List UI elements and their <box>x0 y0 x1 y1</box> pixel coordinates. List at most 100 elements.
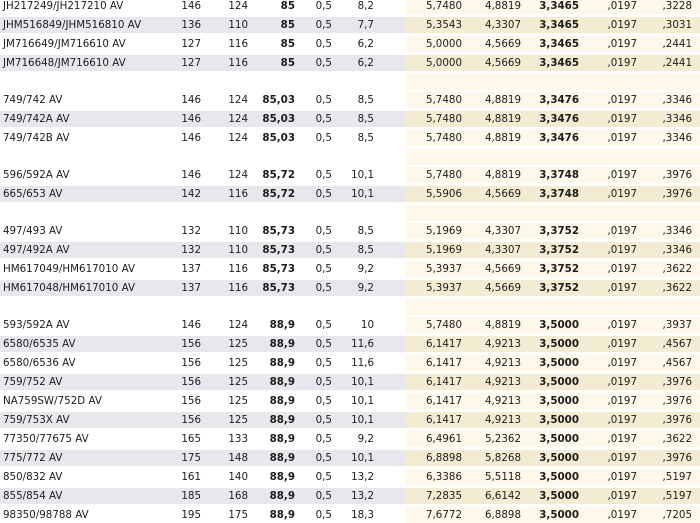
bore-mm-cell: 156 <box>181 338 201 351</box>
chamfer-mm-cell: 0,5 <box>315 470 332 483</box>
designation-cell: 759/752 AV <box>3 376 63 388</box>
inch-outer-dia-cell: 5,7480 <box>425 169 462 182</box>
table-row: 593/592A AV 146 124 88,9 0,5 10 5,7480 4,8819 3,… <box>0 317 700 334</box>
inch-bore-cell: 4,9213 <box>484 357 521 370</box>
inch-mass-cell: ,5197 <box>662 470 692 483</box>
table-row: 749/742 AV 146 124 85,03 0,5 8,5 5,7480 4,8819 3… <box>0 92 700 108</box>
chamfer-mm-cell: 0,5 <box>315 338 332 351</box>
inch-chamfer-cell: ,0197 <box>607 169 637 182</box>
inch-width-cell: 3,3476 <box>539 94 579 106</box>
outer-dia-mm-cell: 125 <box>228 394 248 407</box>
mass-cell: 9,2 <box>357 282 374 294</box>
outer-dia-mm-cell: 110 <box>228 225 248 238</box>
inch-width-cell: 3,5000 <box>539 451 579 464</box>
inch-outer-dia-cell: 5,7480 <box>425 131 462 144</box>
chamfer-mm-cell: 0,5 <box>315 357 332 370</box>
bore-mm-cell: 161 <box>181 470 201 483</box>
chamfer-mm-cell: 0,5 <box>315 282 332 294</box>
table-row: HM617048/HM617010 AV 137 116 85,73 0,5 9,2 5,3… <box>0 280 700 296</box>
bore-mm-cell: 195 <box>181 508 201 521</box>
bore-mm-cell: 165 <box>181 432 201 445</box>
inch-width-cell: 3,5000 <box>539 319 579 332</box>
inch-width-cell: 3,5000 <box>539 338 579 351</box>
designation-cell: NA759SW/752D AV <box>3 394 102 407</box>
inch-bore-cell: 4,8819 <box>484 169 521 182</box>
width-mm-cell: 85 <box>280 0 295 12</box>
inch-chamfer-cell: ,0197 <box>607 338 637 351</box>
table-row: JM716648/JM716610 AV 127 116 85 0,5 6,2 5,0000… <box>0 54 700 71</box>
width-mm-cell: 85,03 <box>262 94 295 106</box>
designation-cell: 749/742 AV <box>3 94 63 106</box>
chamfer-mm-cell: 0,5 <box>315 169 332 182</box>
inch-outer-dia-cell: 7,6772 <box>425 508 462 521</box>
inch-bore-cell: 4,8819 <box>484 0 521 12</box>
outer-dia-mm-cell: 116 <box>228 188 248 200</box>
inch-bore-cell: 4,5669 <box>484 282 521 294</box>
inch-chamfer-cell: ,0197 <box>607 225 637 238</box>
inch-chamfer-cell: ,0197 <box>607 263 637 276</box>
chamfer-mm-cell: 0,5 <box>315 225 332 238</box>
table-row: 759/753X AV 156 125 88,9 0,5 10,1 6,1417 4,9213… <box>0 411 700 428</box>
width-mm-cell: 88,9 <box>269 489 295 502</box>
inch-mass-cell: ,3976 <box>662 169 692 182</box>
inch-outer-dia-cell: 5,3937 <box>425 282 462 294</box>
mass-cell: 11,6 <box>351 357 374 370</box>
bore-mm-cell: 127 <box>181 56 201 69</box>
inch-bore-cell: 4,3307 <box>484 225 521 238</box>
inch-bore-cell: 4,9213 <box>484 413 521 426</box>
inch-mass-cell: ,5197 <box>662 489 692 502</box>
outer-dia-mm-cell: 110 <box>228 244 248 257</box>
designation-cell: JH217249/JH217210 AV <box>3 0 124 12</box>
inch-chamfer-cell: ,0197 <box>607 376 637 388</box>
inch-bore-cell: 4,9213 <box>484 338 521 351</box>
chamfer-mm-cell: 0,5 <box>315 188 332 200</box>
inch-bore-cell: 4,8819 <box>484 319 521 332</box>
outer-dia-mm-cell: 116 <box>228 263 248 276</box>
bore-mm-cell: 132 <box>181 225 201 238</box>
inch-chamfer-cell: ,0197 <box>607 244 637 257</box>
inch-mass-cell: ,3228 <box>662 0 692 12</box>
inch-chamfer-cell: ,0197 <box>607 394 637 407</box>
mass-cell: 10 <box>360 319 374 332</box>
designation-cell: JM716648/JM716610 AV <box>3 56 126 69</box>
mass-cell: 8,5 <box>357 112 374 125</box>
inch-chamfer-cell: ,0197 <box>607 131 637 144</box>
designation-cell: 77350/77675 AV <box>3 432 89 445</box>
width-mm-cell: 88,9 <box>269 470 295 483</box>
mass-cell: 10,1 <box>351 413 374 426</box>
inch-chamfer-cell: ,0197 <box>607 18 637 31</box>
outer-dia-mm-cell: 110 <box>228 18 248 31</box>
outer-dia-mm-cell: 125 <box>228 357 248 370</box>
inch-width-cell: 3,5000 <box>539 357 579 370</box>
table-row: JHM516849/JHM516810 AV 136 110 85 0,5 7,7 5,35… <box>0 16 700 33</box>
inch-width-cell: 3,5000 <box>539 470 579 483</box>
designation-cell: 749/742B AV <box>3 131 70 144</box>
inch-bore-cell: 5,2362 <box>484 432 521 445</box>
inch-width-cell: 3,3465 <box>539 37 579 50</box>
chamfer-mm-cell: 0,5 <box>315 37 332 50</box>
inch-mass-cell: ,3976 <box>662 394 692 407</box>
inch-width-cell: 3,3752 <box>539 244 579 257</box>
chamfer-mm-cell: 0,5 <box>315 263 332 276</box>
inch-width-cell: 3,3752 <box>539 225 579 238</box>
mass-cell: 8,5 <box>357 244 374 257</box>
mass-cell: 6,2 <box>357 37 374 50</box>
inch-chamfer-cell: ,0197 <box>607 470 637 483</box>
mass-cell: 7,7 <box>357 18 374 31</box>
mass-cell: 10,1 <box>351 169 374 182</box>
inch-bore-cell: 4,9213 <box>484 376 521 388</box>
bore-mm-cell: 156 <box>181 413 201 426</box>
bore-mm-cell: 132 <box>181 244 201 257</box>
chamfer-mm-cell: 0,5 <box>315 451 332 464</box>
width-mm-cell: 85,73 <box>262 263 295 276</box>
width-mm-cell: 85,73 <box>262 282 295 294</box>
inch-outer-dia-cell: 5,7480 <box>425 94 462 106</box>
outer-dia-mm-cell: 125 <box>228 338 248 351</box>
bore-mm-cell: 156 <box>181 376 201 388</box>
outer-dia-mm-cell: 133 <box>228 432 248 445</box>
inch-column-shade <box>406 148 700 165</box>
table-row: 6580/6535 AV 156 125 88,9 0,5 11,6 6,1417 4,921… <box>0 336 700 353</box>
bore-mm-cell: 137 <box>181 282 201 294</box>
width-mm-cell: 88,9 <box>269 394 295 407</box>
mass-cell: 10,1 <box>351 394 374 407</box>
